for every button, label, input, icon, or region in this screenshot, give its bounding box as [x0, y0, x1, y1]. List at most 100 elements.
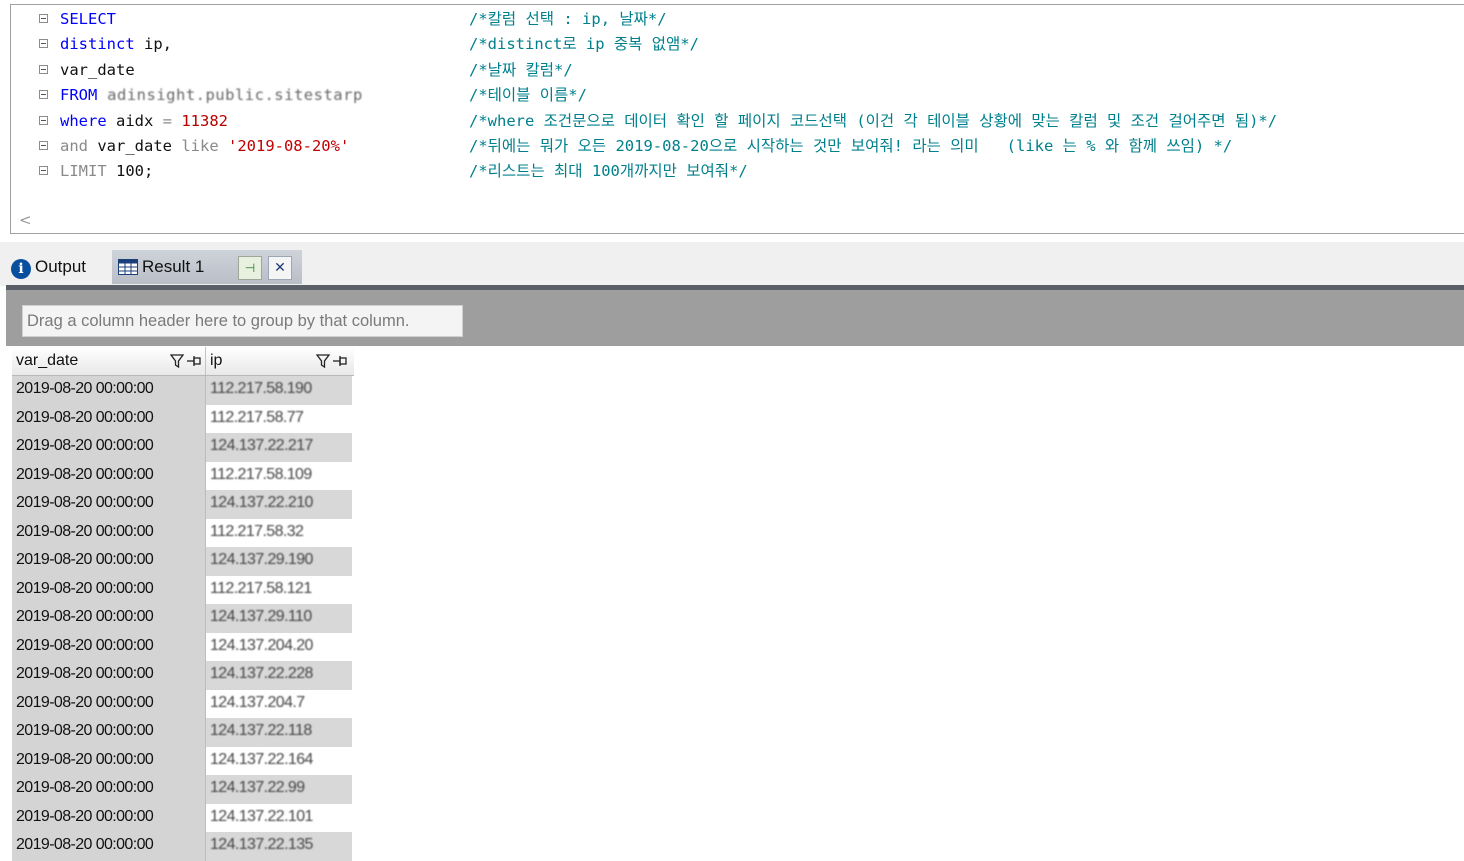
group-by-panel[interactable]: Drag a column header here to group by th… [6, 290, 1464, 346]
sql-code: distinct ip, [60, 32, 172, 57]
cell-ip[interactable]: 112.217.58.121 [206, 575, 352, 604]
table-row[interactable]: 2019-08-20 00:00:00 124.137.22.135 [12, 832, 354, 861]
code-line: LIMIT 100; /*리스트는 최대 100개까지만 보여줘*/ [11, 159, 1464, 184]
table-row[interactable]: 2019-08-20 00:00:00 124.137.29.110 [12, 604, 354, 633]
sql-code: and var_date like '2019-08-20%' [60, 134, 349, 159]
cell-var-date[interactable]: 2019-08-20 00:00:00 [12, 490, 206, 519]
column-header-ip[interactable]: ip [206, 347, 352, 375]
result-tab-strip: i Output Result 1 ⊣ ✕ [0, 242, 1464, 286]
cell-ip[interactable]: 112.217.58.109 [206, 461, 352, 490]
cell-ip[interactable]: 112.217.58.190 [206, 376, 352, 405]
ip-value: 112.217.58.109 [210, 465, 312, 483]
info-icon: i [11, 259, 31, 279]
result-grid: var_date ip 2019-08-20 00:00:00 112.217.5… [12, 347, 354, 861]
cell-var-date[interactable]: 2019-08-20 00:00:00 [12, 803, 206, 832]
cell-ip[interactable]: 124.137.22.101 [206, 803, 352, 832]
cell-var-date[interactable]: 2019-08-20 00:00:00 [12, 518, 206, 547]
table-row[interactable]: 2019-08-20 00:00:00 124.137.22.101 [12, 803, 354, 832]
table-row[interactable]: 2019-08-20 00:00:00 124.137.22.118 [12, 718, 354, 747]
ip-value: 124.137.22.101 [210, 807, 313, 825]
scroll-left-arrow[interactable]: < [19, 211, 32, 229]
table-row[interactable]: 2019-08-20 00:00:00 112.217.58.121 [12, 575, 354, 604]
collapse-icon[interactable] [39, 39, 48, 49]
collapse-icon[interactable] [39, 115, 48, 125]
cell-ip[interactable]: 124.137.22.210 [206, 490, 352, 519]
column-header-var-date[interactable]: var_date [12, 347, 206, 375]
pin-icon[interactable]: ⊣ [238, 256, 262, 280]
cell-var-date[interactable]: 2019-08-20 00:00:00 [12, 604, 206, 633]
cell-var-date[interactable]: 2019-08-20 00:00:00 [12, 746, 206, 775]
cell-var-date[interactable]: 2019-08-20 00:00:00 [12, 718, 206, 747]
table-row[interactable]: 2019-08-20 00:00:00 124.137.22.228 [12, 661, 354, 690]
ip-value: 124.137.22.210 [210, 494, 313, 511]
collapse-icon[interactable] [39, 166, 48, 176]
code-line: and var_date like '2019-08-20%' /*뒤에는 뭐가 … [11, 134, 1464, 159]
cell-ip[interactable]: 124.137.204.7 [206, 689, 352, 718]
sql-token: SELECT [60, 10, 116, 28]
sql-token: and [60, 137, 88, 155]
code-line: var_date /*날짜 칼럼*/ [11, 58, 1464, 83]
cell-ip[interactable]: 124.137.204.20 [206, 632, 352, 661]
cell-var-date[interactable]: 2019-08-20 00:00:00 [12, 775, 206, 804]
code-line: FROM adinsight.public.sitestarp /*테이블 이름*… [11, 83, 1464, 108]
sql-code: SELECT [60, 7, 116, 32]
ip-value: 124.137.22.99 [210, 779, 305, 796]
pin-column-icon [333, 356, 347, 366]
cell-var-date[interactable]: 2019-08-20 00:00:00 [12, 832, 206, 861]
cell-var-date[interactable]: 2019-08-20 00:00:00 [12, 376, 206, 405]
cell-ip[interactable]: 124.137.22.228 [206, 661, 352, 690]
cell-ip[interactable]: 124.137.29.190 [206, 547, 352, 576]
table-row[interactable]: 2019-08-20 00:00:00 124.137.22.217 [12, 433, 354, 462]
table-row[interactable]: 2019-08-20 00:00:00 124.137.29.190 [12, 547, 354, 576]
ip-value: 124.137.22.228 [210, 665, 313, 682]
table-row[interactable]: 2019-08-20 00:00:00 112.217.58.109 [12, 461, 354, 490]
table-row[interactable]: 2019-08-20 00:00:00 112.217.58.190 [12, 376, 354, 405]
code-line: where aidx = 11382 /*where 조건문으로 데이터 확인 할… [11, 109, 1464, 134]
table-row[interactable]: 2019-08-20 00:00:00 124.137.22.99 [12, 775, 354, 804]
cell-ip[interactable]: 124.137.22.164 [206, 746, 352, 775]
table-row[interactable]: 2019-08-20 00:00:00 124.137.22.164 [12, 746, 354, 775]
cell-ip[interactable]: 124.137.22.217 [206, 433, 352, 462]
ip-value: 112.217.58.77 [210, 408, 304, 426]
cell-var-date[interactable]: 2019-08-20 00:00:00 [12, 632, 206, 661]
cell-ip[interactable]: 112.217.58.32 [206, 518, 352, 547]
filter-icon [170, 354, 185, 368]
sql-token: = [162, 111, 173, 130]
sql-token: '2019-08-20%' [218, 137, 350, 155]
sql-token: LIMIT [60, 162, 107, 181]
cell-var-date[interactable]: 2019-08-20 00:00:00 [12, 547, 206, 576]
cell-var-date[interactable]: 2019-08-20 00:00:00 [12, 433, 206, 462]
tab-result-label: Result 1 [142, 257, 205, 276]
sql-comment: /*distinct로 ip 중복 없앰*/ [469, 35, 699, 54]
table-row[interactable]: 2019-08-20 00:00:00 112.217.58.77 [12, 404, 354, 433]
collapse-icon[interactable] [39, 141, 48, 150]
collapse-icon[interactable] [39, 90, 48, 100]
table-row[interactable]: 2019-08-20 00:00:00 124.137.204.7 [12, 689, 354, 718]
cell-var-date[interactable]: 2019-08-20 00:00:00 [12, 461, 206, 490]
collapse-icon[interactable] [39, 14, 48, 23]
ip-value: 112.217.58.32 [210, 522, 304, 540]
cell-var-date[interactable]: 2019-08-20 00:00:00 [12, 689, 206, 718]
collapse-icon[interactable] [39, 64, 48, 74]
close-icon[interactable]: ✕ [268, 256, 292, 280]
table-row[interactable]: 2019-08-20 00:00:00 112.217.58.32 [12, 518, 354, 547]
cell-var-date[interactable]: 2019-08-20 00:00:00 [12, 575, 206, 604]
table-row[interactable]: 2019-08-20 00:00:00 124.137.204.20 [12, 632, 354, 661]
sql-editor[interactable]: SELECT /*칼럼 선택 : ip, 날짜*/ distinct ip, /*di… [10, 4, 1464, 234]
sql-code: FROM adinsight.public.sitestarp [60, 83, 363, 108]
tab-output[interactable]: i Output [11, 252, 86, 282]
sql-token: FROM [60, 86, 98, 105]
ip-value: 124.137.22.217 [210, 437, 313, 454]
cell-ip[interactable]: 124.137.22.118 [206, 718, 352, 747]
cell-var-date[interactable]: 2019-08-20 00:00:00 [12, 404, 206, 433]
sql-token: like [181, 137, 219, 155]
code-line: distinct ip, /*distinct로 ip 중복 없앰*/ [11, 32, 1464, 57]
column-header-label: var_date [16, 352, 79, 369]
cell-ip[interactable]: 124.137.22.99 [206, 775, 352, 804]
cell-ip[interactable]: 112.217.58.77 [206, 404, 352, 433]
sql-token: adinsight.public.sitestarp [97, 86, 363, 105]
cell-ip[interactable]: 124.137.22.135 [206, 832, 352, 861]
cell-var-date[interactable]: 2019-08-20 00:00:00 [12, 661, 206, 690]
table-row[interactable]: 2019-08-20 00:00:00 124.137.22.210 [12, 490, 354, 519]
cell-ip[interactable]: 124.137.29.110 [206, 604, 352, 633]
